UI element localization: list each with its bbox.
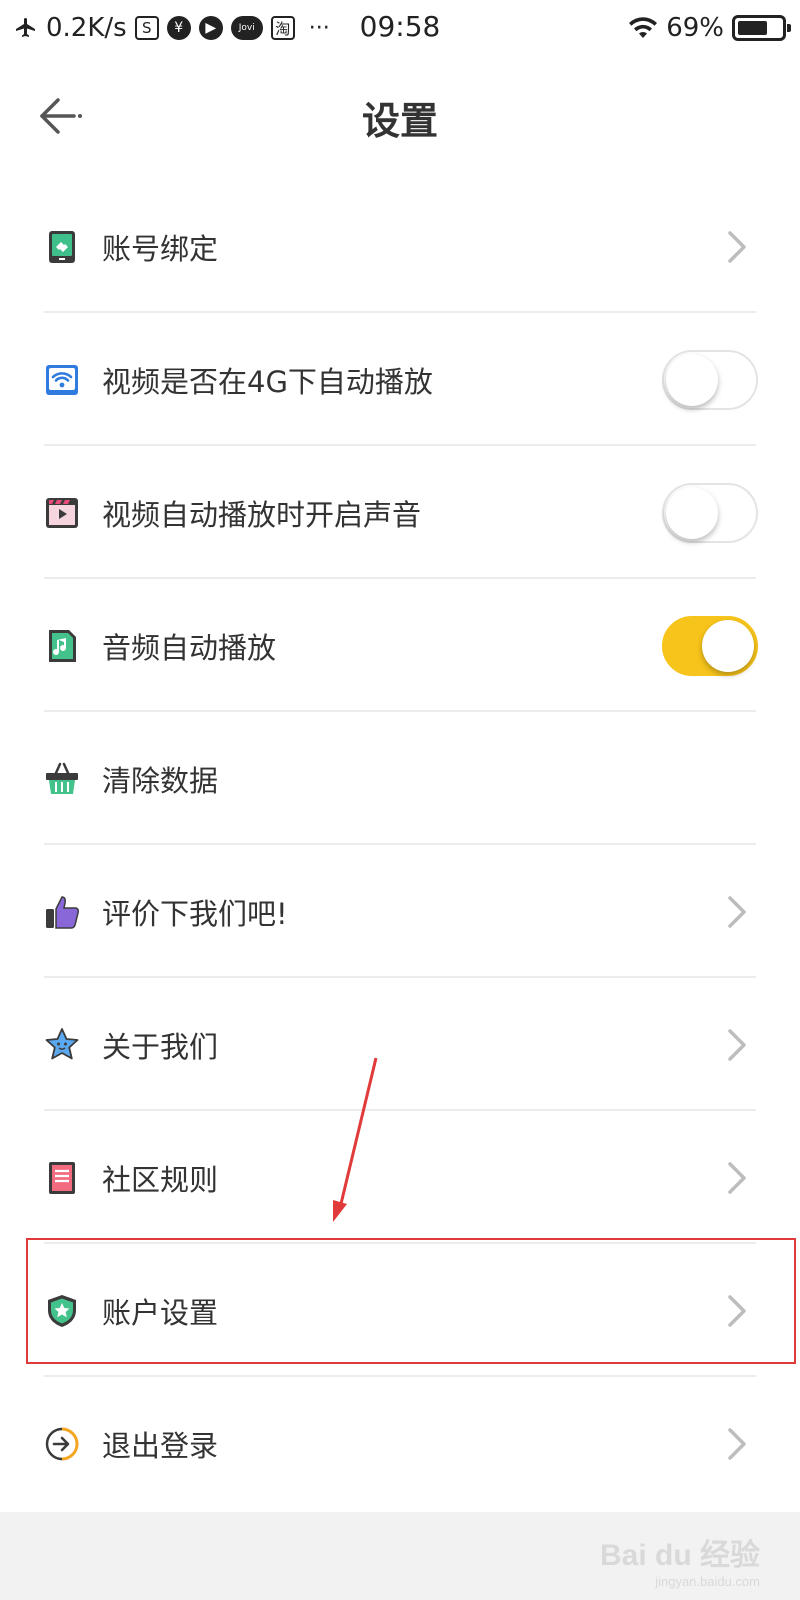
chevron-right-icon bbox=[728, 1427, 746, 1460]
account-bind-icon bbox=[49, 230, 75, 263]
play-icon: ▶ bbox=[198, 16, 223, 40]
setting-label: 社区规则 bbox=[102, 1162, 219, 1197]
status-bar: 0.2K/s S ¥ ▶ Jovi 淘 ··· 09:58 69% bbox=[0, 0, 800, 56]
chevron-right-icon bbox=[728, 230, 746, 263]
rules-book-icon bbox=[49, 1161, 75, 1194]
star-face-icon bbox=[45, 1027, 79, 1059]
audio-autoplay-toggle[interactable] bbox=[662, 615, 758, 676]
baidu-jingyan-watermark: Bai du 经验 jingyan.baidu.com bbox=[600, 1530, 760, 1589]
setting-logout[interactable]: 退出登录 bbox=[0, 1377, 800, 1510]
watermark-url: jingyan.baidu.com bbox=[655, 1574, 760, 1589]
setting-about-us[interactable]: 关于我们 bbox=[0, 978, 800, 1111]
chevron-right-icon bbox=[728, 1028, 746, 1061]
setting-account-settings[interactable]: 账户设置 bbox=[0, 1244, 800, 1377]
setting-autoplay-sound: 视频自动播放时开启声音 bbox=[0, 446, 800, 579]
more-icon: ··· bbox=[308, 15, 330, 41]
setting-label: 账户设置 bbox=[102, 1295, 219, 1330]
setting-label: 账号绑定 bbox=[102, 231, 219, 266]
setting-label: 视频自动播放时开启声音 bbox=[102, 497, 422, 532]
toggle-knob bbox=[666, 486, 718, 539]
setting-label: 评价下我们吧! bbox=[102, 896, 288, 931]
footer: Bai du 经验 jingyan.baidu.com bbox=[0, 1512, 800, 1600]
autoplay-4g-toggle[interactable] bbox=[662, 349, 758, 410]
nav-bar: 设置 bbox=[0, 70, 800, 166]
setting-community-rules[interactable]: 社区规则 bbox=[0, 1111, 800, 1244]
wifi-icon bbox=[629, 17, 658, 38]
net-speed: 0.2K/s bbox=[46, 13, 127, 43]
airplane-icon bbox=[16, 18, 35, 37]
setting-label: 退出登录 bbox=[102, 1428, 219, 1463]
setting-clear-data[interactable]: 清除数据 bbox=[0, 712, 800, 845]
page-title: 设置 bbox=[361, 99, 438, 143]
back-button[interactable] bbox=[34, 88, 90, 144]
chevron-right-icon bbox=[728, 1294, 746, 1327]
yen-icon: ¥ bbox=[166, 16, 191, 40]
taobao-icon: 淘 bbox=[270, 16, 295, 40]
basket-icon bbox=[46, 762, 78, 794]
status-right: 69% bbox=[628, 13, 791, 43]
toggle-knob bbox=[702, 619, 754, 672]
chevron-right-icon bbox=[728, 1161, 746, 1194]
setting-audio-autoplay: 音频自动播放 bbox=[0, 579, 800, 712]
watermark-brand: Bai du 经验 bbox=[599, 1539, 760, 1572]
setting-rate-us[interactable]: 评价下我们吧! bbox=[0, 845, 800, 978]
video-sound-icon bbox=[46, 497, 78, 528]
chevron-right-icon bbox=[728, 895, 746, 928]
audio-icon bbox=[49, 629, 76, 662]
thumbs-up-icon bbox=[46, 895, 79, 929]
status-left: 0.2K/s S ¥ ▶ Jovi 淘 ··· bbox=[14, 13, 330, 43]
battery-percent: 69% bbox=[666, 13, 724, 43]
toggle-knob bbox=[666, 353, 718, 406]
back-arrow-icon bbox=[40, 98, 82, 134]
setting-label: 关于我们 bbox=[102, 1029, 219, 1064]
setting-label: 视频是否在4G下自动播放 bbox=[102, 364, 433, 399]
settings-list: 账号绑定 视频是否在4G下自动播放 视频自动播放时开启声音 音频自动播放 清除数… bbox=[0, 180, 800, 1510]
wifi-video-icon bbox=[46, 364, 78, 395]
battery-level bbox=[738, 21, 767, 35]
battery-icon bbox=[732, 15, 791, 41]
setting-label: 音频自动播放 bbox=[102, 630, 277, 665]
autoplay-sound-toggle[interactable] bbox=[662, 482, 758, 543]
shield-star-icon bbox=[48, 1294, 76, 1327]
setting-account-bind[interactable]: 账号绑定 bbox=[0, 180, 800, 313]
s-app-icon: S bbox=[134, 16, 159, 40]
jovi-icon: Jovi bbox=[230, 16, 263, 40]
setting-4g-autoplay: 视频是否在4G下自动播放 bbox=[0, 313, 800, 446]
setting-label: 清除数据 bbox=[102, 763, 219, 798]
logout-icon bbox=[45, 1427, 79, 1460]
